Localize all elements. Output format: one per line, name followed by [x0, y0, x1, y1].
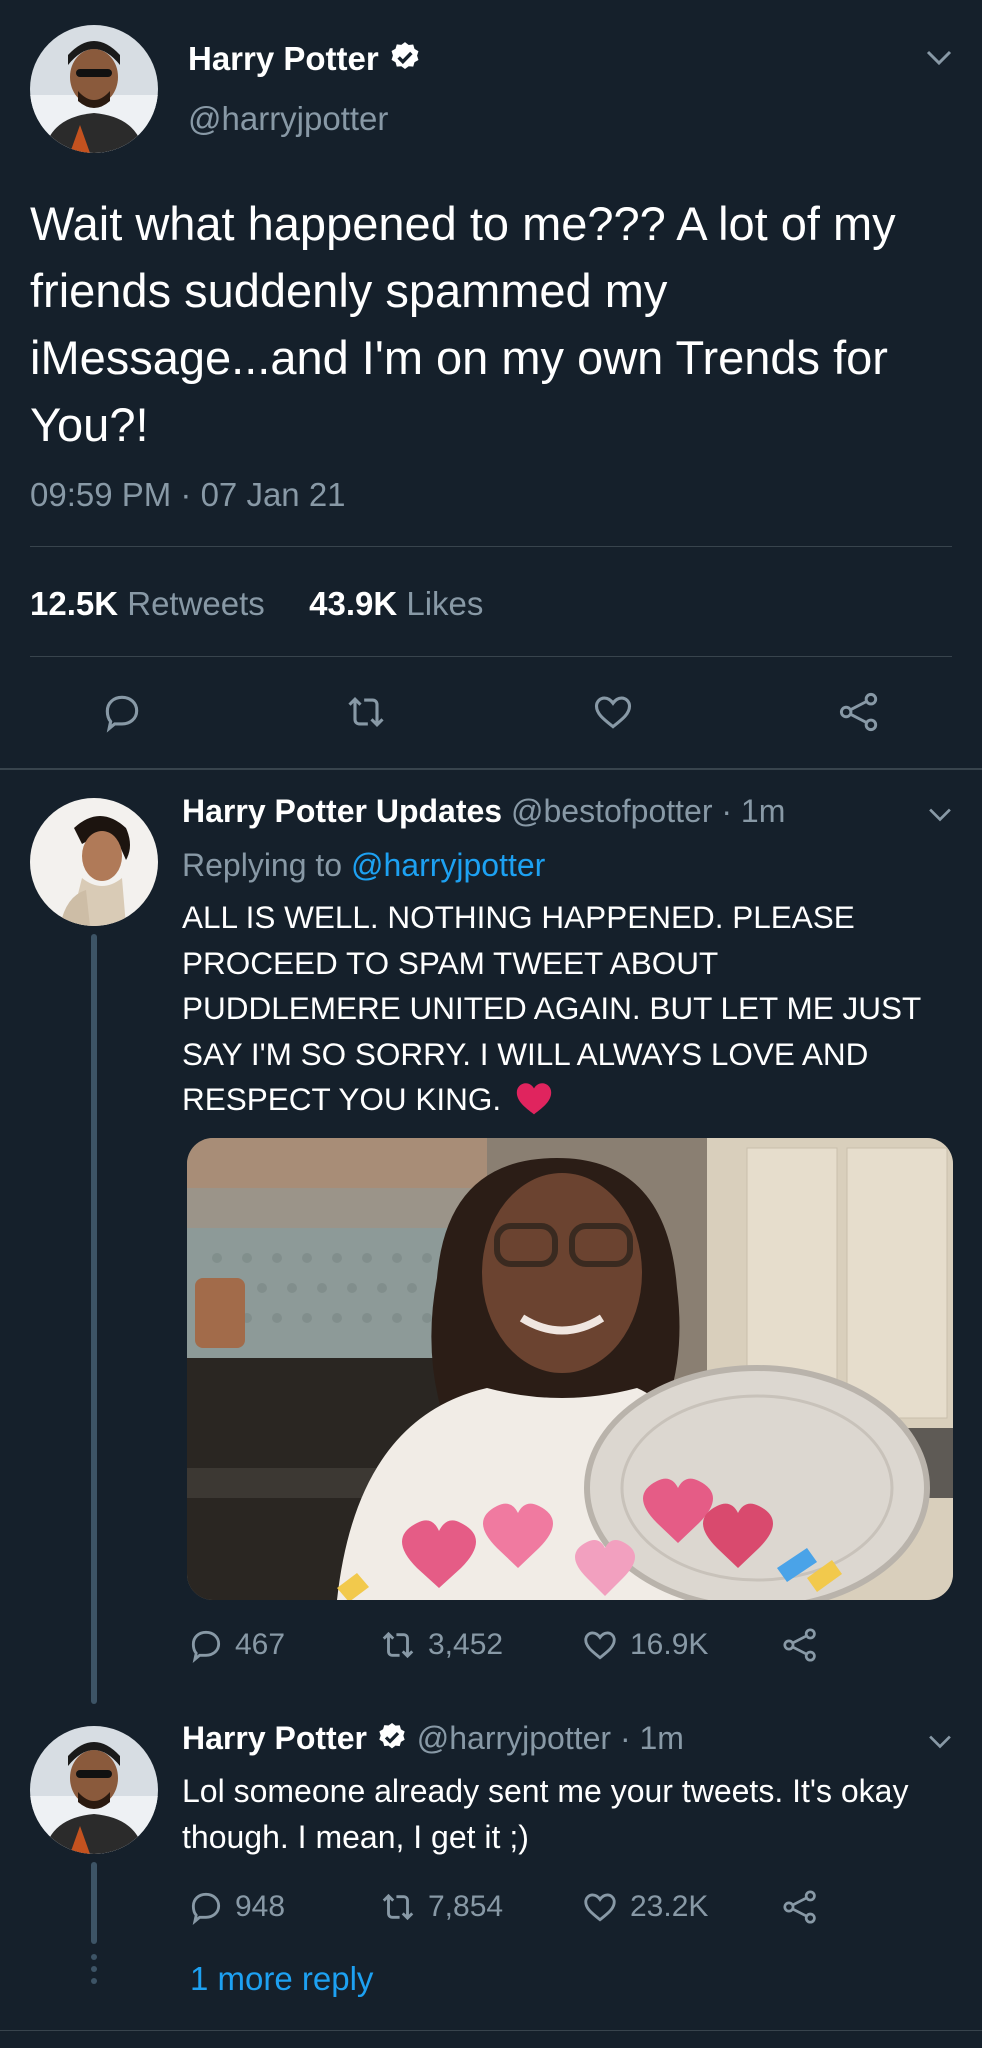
likes-label: Likes: [406, 585, 484, 622]
reply2-handle-time[interactable]: @harryjpotter · 1m: [417, 1720, 684, 1756]
divider: [30, 546, 952, 547]
likes-stat[interactable]: 43.9K Likes: [309, 585, 483, 622]
replying-to-handle[interactable]: @harryjpotter: [351, 847, 545, 883]
reply1-like-action[interactable]: 16.9K: [580, 1626, 708, 1664]
avatar-harry-potter[interactable]: [30, 1726, 158, 1854]
reply2-author-line: Harry Potter @harryjpotter · 1m: [182, 1720, 684, 1761]
reply2-reply-count: 948: [235, 1890, 286, 1923]
tweet-timestamp[interactable]: 09:59 PM · 07 Jan 21: [30, 476, 346, 514]
reply1-retweet-action[interactable]: 3,452: [378, 1626, 503, 1664]
reply1-share-action[interactable]: [780, 1626, 820, 1664]
retweet-icon: [378, 1888, 418, 1926]
reply-icon[interactable]: [100, 690, 144, 734]
reply1-author-name[interactable]: Harry Potter Updates: [182, 793, 502, 829]
share-icon: [780, 1888, 820, 1926]
reply1-reply-count: 467: [235, 1628, 286, 1661]
like-icon: [580, 1626, 620, 1664]
share-icon[interactable]: [836, 690, 882, 734]
retweet-icon: [378, 1626, 418, 1664]
reply-icon: [187, 1626, 225, 1664]
thread-line: [91, 934, 97, 1704]
replying-to-label: Replying to: [182, 847, 343, 883]
tweet-text: Wait what happened to me??? A lot of my …: [30, 197, 896, 451]
retweets-count: 12.5K: [30, 585, 119, 622]
reply2-text: Lol someone already sent me your tweets.…: [182, 1773, 909, 1855]
chevron-down-icon[interactable]: [926, 1733, 954, 1751]
share-icon: [780, 1626, 820, 1664]
reply1-retweet-count: 3,452: [428, 1628, 504, 1661]
section-divider: [0, 2030, 982, 2031]
like-icon: [580, 1888, 620, 1926]
red-heart-emoji-icon: [514, 1080, 554, 1116]
reply1-author-line: Harry Potter Updates @bestofpotter · 1m: [182, 793, 785, 830]
replying-to: Replying to @harryjpotter: [182, 847, 545, 884]
author-name[interactable]: Harry Potter: [188, 40, 379, 77]
section-divider: [0, 768, 982, 770]
verified-badge-icon: [388, 40, 422, 82]
chevron-down-icon[interactable]: [926, 806, 954, 824]
reply1-text-block: ALL IS WELL. NOTHING HAPPENED. PLEASE PR…: [182, 895, 942, 1123]
chevron-down-icon[interactable]: [924, 48, 954, 68]
like-icon[interactable]: [590, 690, 636, 734]
reply2-like-action[interactable]: 23.2K: [580, 1888, 708, 1926]
divider: [30, 656, 952, 657]
reply1-reply-action[interactable]: 467: [187, 1626, 285, 1664]
more-replies-link[interactable]: 1 more reply: [190, 1960, 373, 1998]
reply1-handle-time[interactable]: @bestofpotter · 1m: [511, 793, 785, 829]
retweet-icon[interactable]: [343, 690, 389, 734]
thread-dots: [89, 1954, 99, 1984]
retweets-stat[interactable]: 12.5K Retweets: [30, 585, 265, 622]
attached-photo[interactable]: [187, 1138, 953, 1600]
author-handle[interactable]: @harryjpotter: [188, 100, 388, 138]
reply2-retweet-action[interactable]: 7,854: [378, 1888, 503, 1926]
avatar-harry-potter[interactable]: [30, 25, 158, 153]
reply2-like-count: 23.2K: [630, 1890, 709, 1923]
reply2-author-name[interactable]: Harry Potter: [182, 1720, 367, 1756]
verified-badge-icon: [376, 1721, 408, 1761]
thread-line: [91, 1862, 97, 1944]
reply2-retweet-count: 7,854: [428, 1890, 504, 1923]
engagement-stats: 12.5K Retweets 43.9K Likes: [30, 585, 483, 623]
likes-count: 43.9K: [309, 585, 398, 622]
reply1-like-count: 16.9K: [630, 1628, 709, 1661]
reply-icon: [187, 1888, 225, 1926]
author-line: Harry Potter: [188, 40, 422, 82]
avatar-harry-potter-updates[interactable]: [30, 798, 158, 926]
reply2-share-action[interactable]: [780, 1888, 820, 1926]
retweets-label: Retweets: [127, 585, 265, 622]
reply2-reply-action[interactable]: 948: [187, 1888, 285, 1926]
